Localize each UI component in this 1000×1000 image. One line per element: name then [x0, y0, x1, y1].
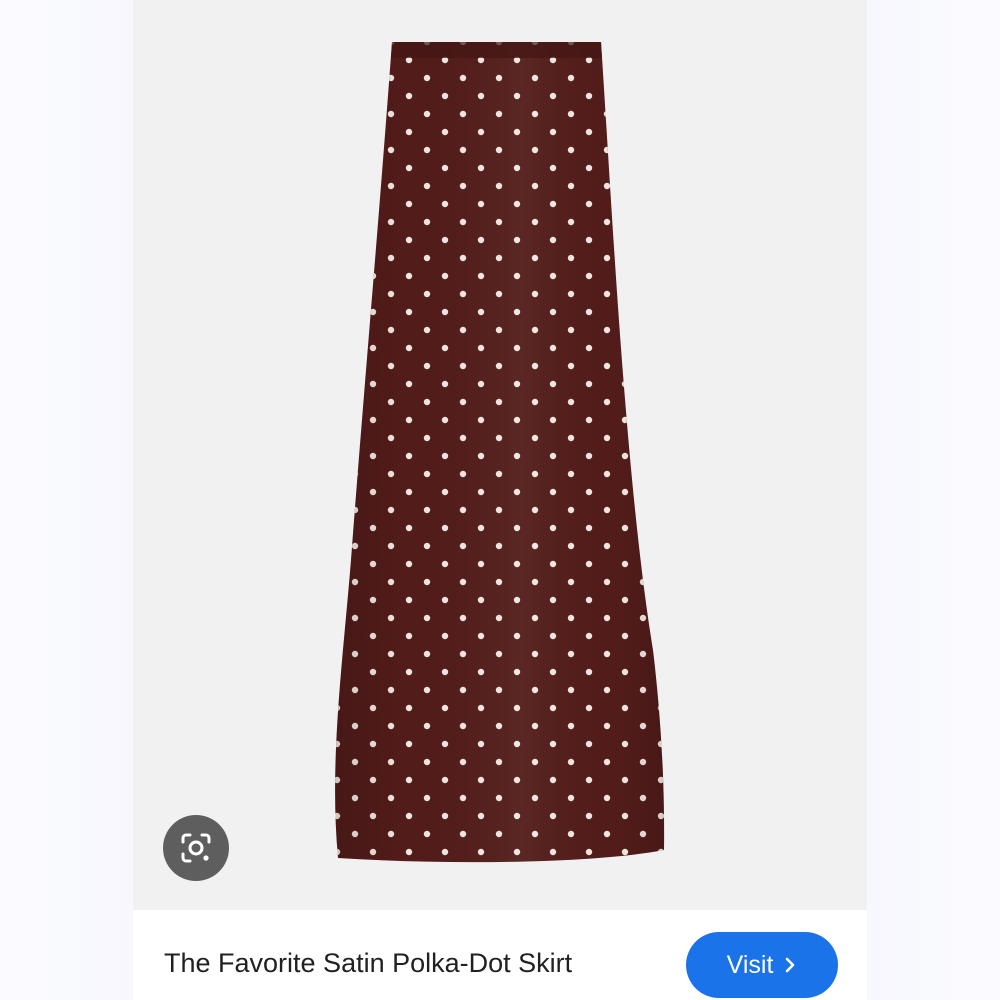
product-footer: The Favorite Satin Polka-Dot Skirt Visit	[133, 910, 867, 1000]
right-margin	[867, 0, 1000, 1000]
product-card[interactable]: The Favorite Satin Polka-Dot Skirt Visit	[133, 0, 867, 1000]
google-lens-icon	[181, 833, 211, 863]
visit-label: Visit	[726, 950, 774, 979]
left-margin	[0, 0, 133, 1000]
page: The Favorite Satin Polka-Dot Skirt Visit	[0, 0, 1000, 1000]
skirt-waistband	[391, 42, 602, 58]
skirt-image	[335, 42, 665, 863]
product-title[interactable]: The Favorite Satin Polka-Dot Skirt	[164, 948, 572, 979]
visit-button[interactable]: Visit	[686, 932, 838, 998]
product-image[interactable]	[133, 0, 867, 910]
chevron-right-icon	[783, 956, 797, 974]
google-lens-button[interactable]	[163, 815, 229, 881]
